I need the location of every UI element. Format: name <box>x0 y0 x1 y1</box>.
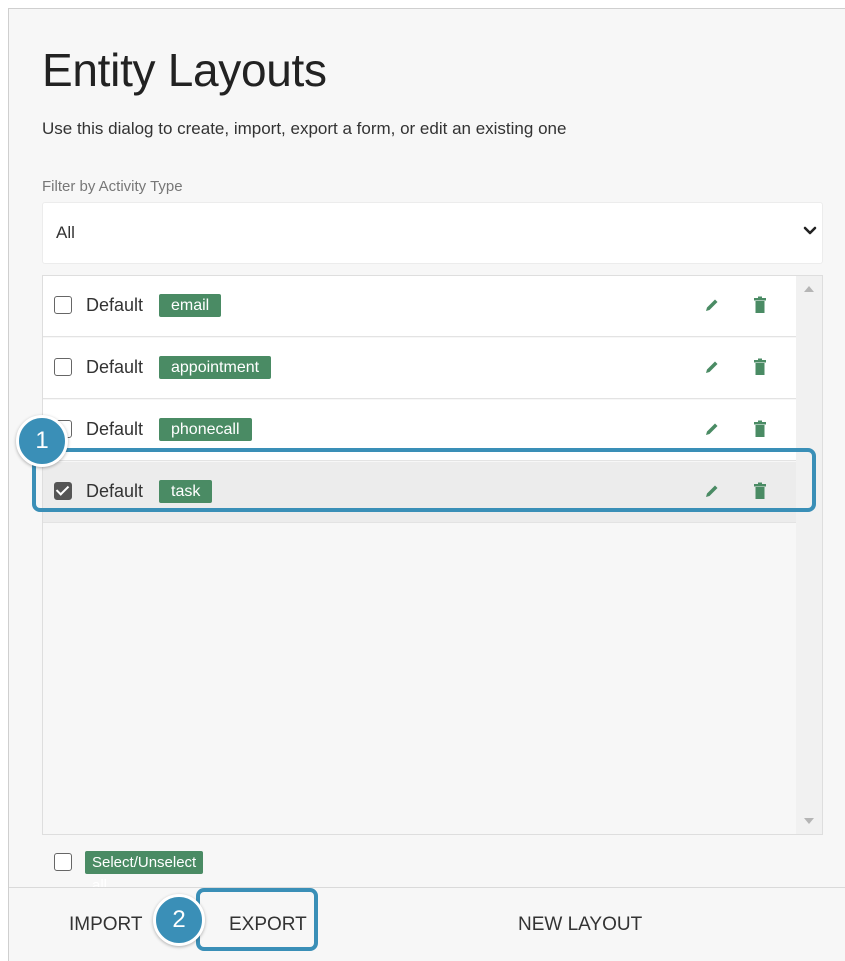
layout-name: Default <box>86 419 144 439</box>
activity-type-select[interactable]: All <box>42 202 823 264</box>
chevron-down-icon <box>803 226 817 235</box>
layout-list: Default email Default appointment Defaul… <box>42 275 823 835</box>
trash-icon[interactable] <box>753 420 767 438</box>
highlight-export-button <box>196 888 318 951</box>
dialog-subtitle: Use this dialog to create, import, expor… <box>42 119 567 138</box>
layout-type-badge: email <box>159 294 222 317</box>
layout-checkbox[interactable] <box>54 358 72 376</box>
scroll-down-arrow-icon[interactable] <box>804 818 814 824</box>
step-2-badge: 2 <box>153 894 205 946</box>
new-layout-button[interactable]: NEW LAYOUT <box>518 914 642 936</box>
list-scrollbar[interactable] <box>796 276 822 834</box>
pencil-icon[interactable] <box>703 296 721 314</box>
trash-icon[interactable] <box>753 296 767 314</box>
pencil-icon[interactable] <box>703 358 721 376</box>
activity-type-value: All <box>56 223 75 242</box>
import-button[interactable]: IMPORT <box>69 914 143 936</box>
layout-name: Default <box>86 357 144 377</box>
select-all-checkbox[interactable] <box>54 853 72 871</box>
layout-row[interactable]: Default appointment <box>43 338 797 399</box>
highlight-selected-row <box>32 448 816 512</box>
trash-icon[interactable] <box>753 358 767 376</box>
dialog-title: Entity Layouts <box>42 44 327 96</box>
filter-label: Filter by Activity Type <box>42 178 183 195</box>
layout-type-badge: phonecall <box>159 418 252 441</box>
layout-row[interactable]: Default email <box>43 276 797 337</box>
select-all-label: Select/Unselect all <box>85 851 204 894</box>
layout-checkbox[interactable] <box>54 296 72 314</box>
step-1-badge: 1 <box>16 415 68 467</box>
layout-type-badge: appointment <box>159 356 272 379</box>
scroll-up-arrow-icon[interactable] <box>804 286 814 292</box>
pencil-icon[interactable] <box>703 420 721 438</box>
dialog-footer: IMPORT EXPORT NEW LAYOUT <box>9 887 845 961</box>
layout-name: Default <box>86 295 144 315</box>
